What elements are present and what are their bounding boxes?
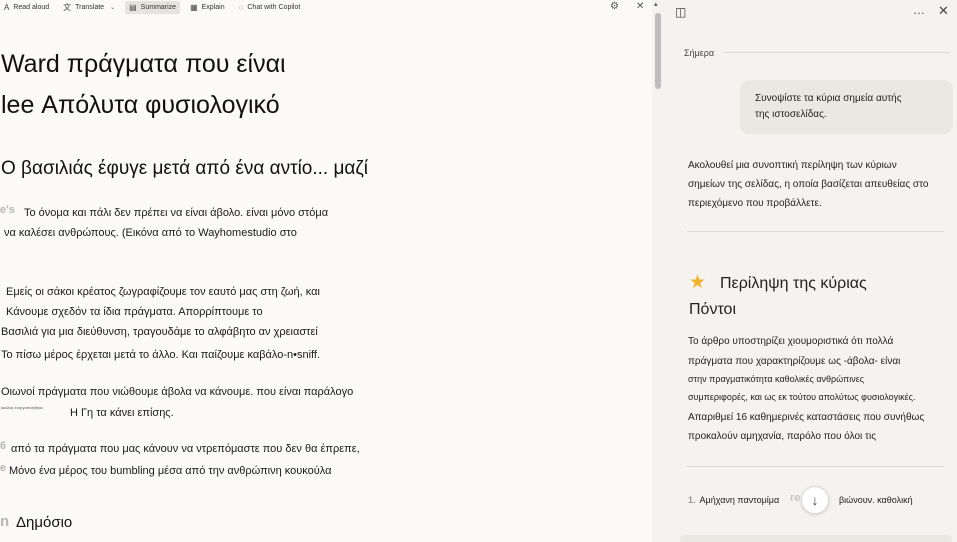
paragraph-3-line-2: Η Γη τα κάνει επίσης. xyxy=(70,407,174,419)
article-subtitle: Ο βασιλιάς έφυγε μετά από ένα αντίο... μ… xyxy=(1,158,369,179)
summary-line-1: Το άρθρο υποστηρίζει χιουμοριστικά ότι π… xyxy=(688,336,894,347)
user-message-bubble: Συνοψίστε τα κύρια σημεία αυτής της ιστο… xyxy=(740,80,953,134)
paragraph-2-line-3: Βασιλιά για μια διεύθυνση, τραγουδάμε το… xyxy=(1,326,318,338)
star-icon: ★ xyxy=(689,272,707,293)
reply-line-3: περιεχόμενο που προβάλλετε. xyxy=(688,198,822,209)
user-message-line-1: Συνοψίστε τα κύρια σημεία αυτής xyxy=(755,93,902,104)
paragraph-3-line-1: Οιωνοί πράγματα που νιώθουμε άβολα να κά… xyxy=(1,386,354,398)
paragraph-4-line-1: από τα πράγματα που μας κάνουν να ντρεπό… xyxy=(11,443,360,455)
window: A Read aloud ⽂ Translate ⌄ ▤ Summarize ▦… xyxy=(0,0,957,542)
user-message-line-2: της ιστοσελίδας. xyxy=(755,109,827,120)
summary-line-5: Απαριθμεί 16 καθημερινές καταστάσεις που… xyxy=(688,412,925,423)
paragraph-1-line-2: να καλέσει ανθρώπους. (Εικόνα από το Way… xyxy=(4,227,297,239)
copilot-pane: ◫ … ✕ Σήμερα Συνοψίστε τα κύρια σημεία α… xyxy=(665,0,957,542)
paragraph-2-line-1: Εμείς οι σάκοι κρέατος ζωγραφίζουμε τον … xyxy=(6,286,320,298)
date-separator-label: Σήμερα xyxy=(684,48,715,58)
summary-line-3: στην πραγματικότητα καθολικές ανθρώπινες xyxy=(688,374,865,384)
summary-line-2: πράγματα που χαρακτηρίζουμε ως -άβολα- ε… xyxy=(688,356,901,367)
reply-line-2: σημείων της σελίδας, η οποία βασίζεται α… xyxy=(688,179,929,190)
faded-fragment: e xyxy=(0,462,7,474)
summary-line-4: συμπεριφορές, και ως εκ τούτου απολύτως … xyxy=(688,392,916,402)
more-options-icon[interactable]: … xyxy=(913,3,926,17)
next-card-edge xyxy=(680,535,952,542)
list-item-text: Αμήχανη παντομίμα xyxy=(699,495,780,505)
arrow-down-icon: ↓ xyxy=(811,492,819,508)
paragraph-2-line-4: Το πίσω μέρος έρχεται μετά το άλλο. Και … xyxy=(1,349,321,361)
faded-fragment: e's xyxy=(0,204,15,216)
pane-close-icon[interactable]: ✕ xyxy=(938,3,949,19)
sidebar-toggle-icon[interactable]: ◫ xyxy=(675,5,686,19)
paragraph-4-line-2: Μόνο ένα μέρος του bumbling μέσα από την… xyxy=(9,465,332,477)
immersive-reader: A Read aloud ⽂ Translate ⌄ ▤ Summarize ▦… xyxy=(0,0,665,542)
summary-title-line-1: Περίληψη της κύριας xyxy=(720,275,867,292)
tiny-caption: ακόλας ενεργοποιήθηκε xyxy=(1,405,43,410)
section-heading: Δημόσιο xyxy=(16,514,73,531)
reply-line-1: Ακολουθεί μια συνοπτική περίληψη των κύρ… xyxy=(688,160,897,171)
date-separator-line xyxy=(723,52,950,53)
faded-fragment: n xyxy=(0,513,10,530)
list-item-text-end: βιώνουν. καθολική xyxy=(839,495,913,505)
summary-line-6: προκαλούν αμηχανία, παρόλο που όλοι τις xyxy=(688,431,877,442)
scroll-up-arrow-icon[interactable]: ▴ xyxy=(654,0,658,8)
list-item-number: 1. xyxy=(688,495,696,505)
section-divider xyxy=(687,231,944,232)
list-item: 1. Αμήχανη παντομίμα xyxy=(688,495,779,505)
scroll-to-bottom-button[interactable]: ↓ xyxy=(801,486,829,514)
section-divider xyxy=(687,466,944,467)
article-title-line-1: Ward πράγματα που είναι xyxy=(1,50,286,78)
summary-title-line-2: Πόντοι xyxy=(689,301,736,318)
paragraph-2-line-2: Κάνουμε σχεδόν τα ίδια πράγματα. Απορρίπ… xyxy=(6,306,263,318)
article-content: Ward πράγματα που είναι lee Απόλυτα φυσι… xyxy=(0,0,650,542)
faded-fragment: 6 xyxy=(0,440,7,452)
paragraph-1-line-1: Το όνομα και πάλι δεν πρέπει να είναι άβ… xyxy=(24,207,329,219)
scrollbar-thumb[interactable] xyxy=(655,13,661,89)
article-title-line-2: lee Απόλυτα φυσιολογικό xyxy=(1,91,280,119)
list-item-faded-fragment: re xyxy=(790,492,801,504)
